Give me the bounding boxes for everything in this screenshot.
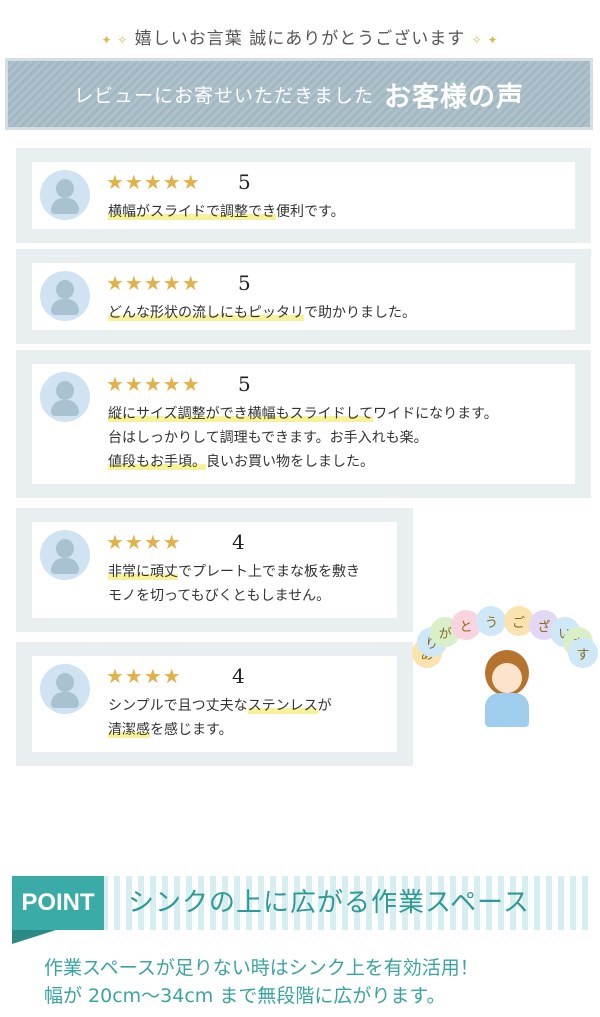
review-line: モノを切ってもびくともしません。	[108, 584, 360, 608]
review-text-segment: シンプルで且つ丈夫な	[108, 698, 248, 714]
review-card: ★★★★ 4 シンプルで且つ丈夫なステンレスが 清潔感を感じます。	[16, 642, 413, 766]
highlighted-text: 非常に頑丈	[108, 564, 178, 580]
avatar	[40, 664, 90, 714]
point-description: 作業スペースが足りない時はシンク上を有効活用！ 幅が 20cm〜34cm まで無…	[44, 954, 479, 1010]
avatar	[40, 530, 90, 580]
point-title: シンクの上に広がる作業スペース	[128, 888, 530, 918]
review-text-segment: 台はしっかりして調理もできます。お手入れも楽。	[108, 430, 428, 446]
review-text-segment: モノを切ってもびくともしません。	[108, 588, 331, 604]
sparkle-icon: ✦ ✧	[101, 33, 129, 47]
girl-face	[492, 663, 522, 693]
highlighted-text: 清潔感	[108, 722, 150, 738]
highlighted-text: どんな形状の流しにもピッタリ	[108, 305, 304, 321]
review-line: 清潔感を感じます。	[108, 718, 332, 742]
highlighted-text: 値段もお手頃。	[108, 454, 206, 470]
review-text-segment: でプレート上でまな板を敷き	[178, 564, 360, 580]
reviews-banner: レビューにお寄せいただきました お客様の声	[5, 58, 593, 130]
rating-stars: ★★★★	[106, 664, 182, 688]
rating-value: 5	[238, 271, 251, 295]
point-label: POINT	[12, 876, 104, 930]
banner-title: お客様の声	[384, 81, 524, 113]
review-card: ★★★★★ 5 縦にサイズ調整ができ横幅もスライドしてワイドになります。台はしっかり…	[16, 350, 591, 498]
thank-you-bubble: す	[568, 638, 598, 668]
review-line: 横幅がスライドで調整でき便利です。	[108, 200, 345, 224]
review-text-segment: が	[317, 698, 332, 714]
rating-value: 4	[232, 664, 245, 688]
review-text: どんな形状の流しにもピッタリで助かりました。	[108, 301, 416, 325]
review-text: 非常に頑丈でプレート上でまな板を敷きモノを切ってもびくともしません。	[108, 560, 360, 608]
review-line: 非常に頑丈でプレート上でまな板を敷き	[108, 560, 360, 584]
thank-you-bubble: う	[476, 606, 507, 637]
review-text: 横幅がスライドで調整でき便利です。	[108, 200, 345, 224]
tagline-text: 嬉しいお言葉 誠にありがとうございます	[134, 29, 466, 49]
rating-stars: ★★★★★	[106, 170, 201, 194]
review-text-segment: を感じます。	[150, 722, 233, 738]
review-text: 縦にサイズ調整ができ横幅もスライドしてワイドになります。台はしっかりして調理もで…	[108, 402, 498, 474]
avatar	[40, 170, 90, 220]
review-text-segment: 良いお買い物をしました。	[206, 454, 374, 470]
review-card: ★★★★★ 5 横幅がスライドで調整でき便利です。	[16, 148, 591, 243]
tagline: ✦ ✧ 嬉しいお言葉 誠にありがとうございます ✧ ✦	[0, 24, 600, 49]
rating-value: 5	[238, 372, 251, 396]
banner-subtitle: レビューにお寄せいただきました	[73, 84, 374, 107]
rating-stars: ★★★★★	[106, 372, 201, 396]
review-text-segment: ワイドになります。	[373, 406, 498, 422]
review-line: 値段もお手頃。良いお買い物をしました。	[108, 450, 498, 474]
review-card: ★★★★★ 5 どんな形状の流しにもピッタリで助かりました。	[16, 249, 591, 344]
review-line: どんな形状の流しにもピッタリで助かりました。	[108, 301, 416, 325]
highlighted-text: ステンレス	[247, 698, 318, 714]
girl-body	[485, 693, 529, 727]
rating-value: 4	[232, 530, 245, 554]
review-line: 縦にサイズ調整ができ横幅もスライドしてワイドになります。	[108, 402, 498, 426]
review-text-segment: で助かりました。	[304, 305, 416, 321]
review-text: シンプルで且つ丈夫なステンレスが 清潔感を感じます。	[108, 694, 332, 742]
point-label-tail	[12, 930, 56, 944]
avatar	[40, 372, 90, 422]
highlighted-text: 縦にサイズ調整ができ横幅もスライドして	[108, 406, 374, 422]
review-line: 台はしっかりして調理もできます。お手入れも楽。	[108, 426, 498, 450]
point-desc-line: 幅が 20cm〜34cm まで無段階に広がります。	[44, 985, 446, 1007]
rating-stars: ★★★★★	[106, 271, 201, 295]
rating-value: 5	[238, 170, 251, 194]
sparkle-icon: ✧ ✦	[471, 33, 499, 47]
rating-stars: ★★★★	[106, 530, 182, 554]
point-desc-line: 作業スペースが足りない時はシンク上を有効活用！	[44, 957, 479, 979]
review-text-segment: 便利です。	[276, 204, 345, 220]
review-line: シンプルで且つ丈夫なステンレスが	[108, 694, 332, 718]
thank-you-illustration: ありがとうございます	[412, 595, 598, 735]
avatar	[40, 271, 90, 321]
highlighted-text: 横幅がスライドで調整でき	[108, 204, 276, 220]
review-card: ★★★★ 4 非常に頑丈でプレート上でまな板を敷きモノを切ってもびくともしません。	[16, 508, 413, 632]
